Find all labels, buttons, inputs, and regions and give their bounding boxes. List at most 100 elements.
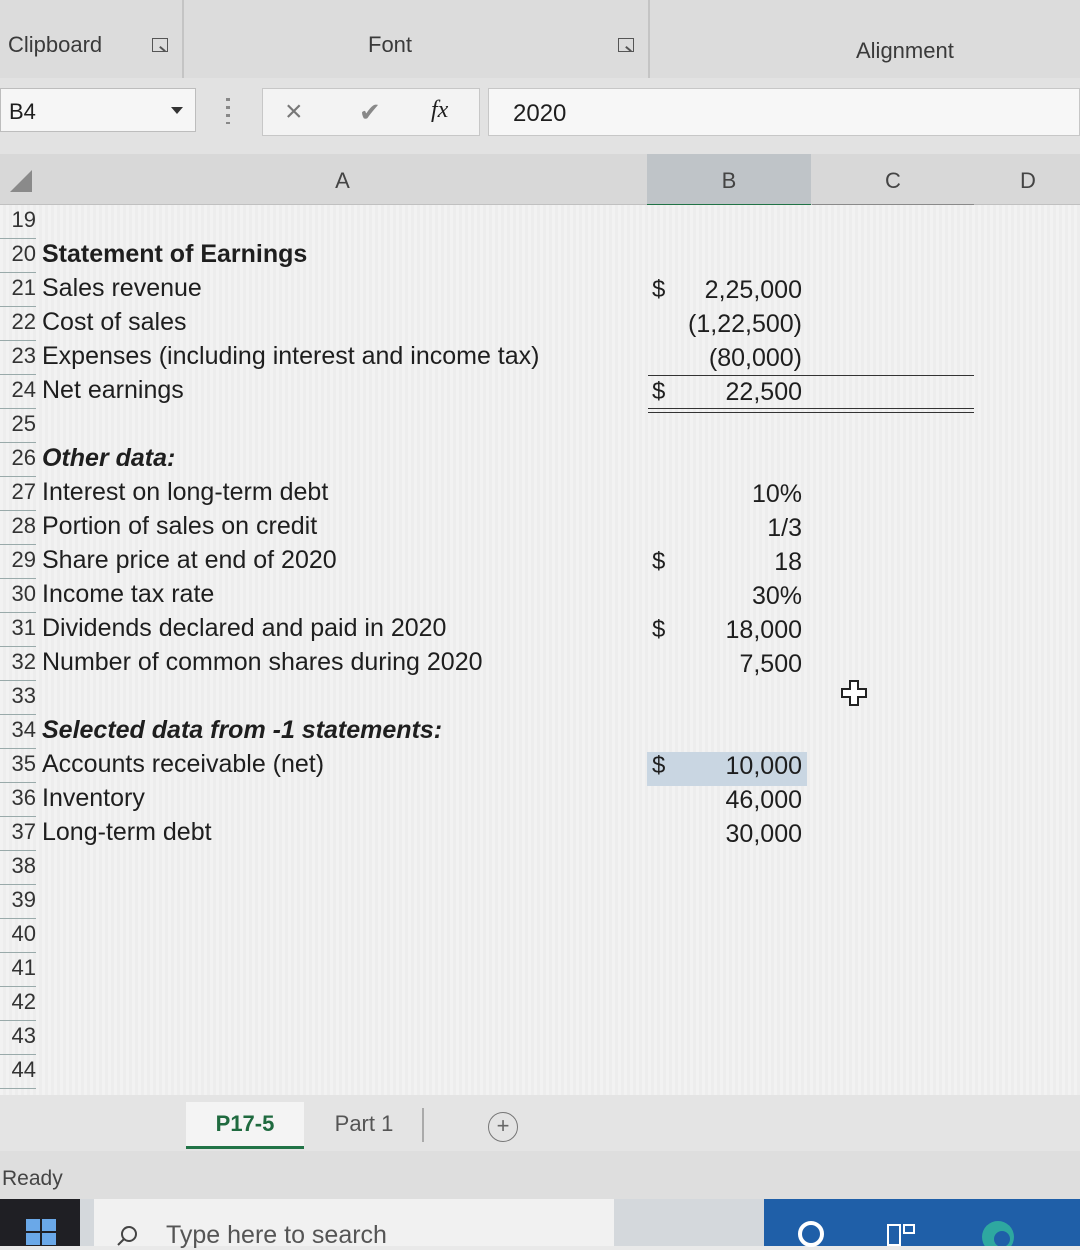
row-divider bbox=[0, 748, 36, 749]
cell-a-label[interactable]: Interest on long-term debt bbox=[42, 478, 328, 507]
row-header[interactable]: 27 bbox=[0, 479, 36, 505]
row-header[interactable]: 20 bbox=[0, 241, 36, 267]
row-header[interactable]: 37 bbox=[0, 819, 36, 845]
clipboard-launcher-icon[interactable] bbox=[152, 38, 168, 52]
row-header[interactable]: 40 bbox=[0, 921, 36, 947]
insert-function-icon[interactable]: fx bbox=[431, 97, 448, 124]
cancel-icon[interactable]: × bbox=[285, 95, 303, 129]
font-launcher-icon[interactable] bbox=[618, 38, 634, 52]
cell-a-label[interactable]: Sales revenue bbox=[42, 274, 202, 303]
total-double-underline bbox=[648, 412, 974, 413]
add-sheet-icon[interactable]: + bbox=[488, 1112, 518, 1142]
cell-a-label[interactable]: Number of common shares during 2020 bbox=[42, 648, 483, 677]
cell-b-value[interactable]: 30,000 bbox=[660, 820, 802, 849]
row-divider bbox=[0, 952, 36, 953]
row-header[interactable]: 30 bbox=[0, 581, 36, 607]
row-header[interactable]: 24 bbox=[0, 377, 36, 403]
cell-a-label[interactable]: Cost of sales bbox=[42, 308, 187, 337]
name-box-value: B4 bbox=[9, 99, 36, 124]
ribbon-group-font: Font bbox=[368, 32, 413, 57]
row-header[interactable]: 21 bbox=[0, 275, 36, 301]
row-divider bbox=[0, 306, 36, 307]
cell-a-label[interactable]: Statement of Earnings bbox=[42, 240, 307, 269]
row-header[interactable]: 36 bbox=[0, 785, 36, 811]
cell-b-value[interactable]: 18,000 bbox=[660, 616, 802, 645]
row-divider bbox=[0, 510, 36, 511]
row-header[interactable]: 42 bbox=[0, 989, 36, 1015]
cell-a-label[interactable]: Portion of sales on credit bbox=[42, 512, 317, 541]
cell-b-value[interactable]: 22,500 bbox=[660, 378, 802, 407]
formula-buttons: × ✔ fx bbox=[262, 88, 480, 136]
cell-b-value[interactable]: 10,000 bbox=[660, 752, 802, 781]
sheet-tab-part-1[interactable]: Part 1 bbox=[314, 1102, 414, 1146]
row-header[interactable]: 19 bbox=[0, 207, 36, 233]
sheet-tab-p17-5[interactable]: P17-5 bbox=[186, 1102, 304, 1149]
cell-a-label[interactable]: Long-term debt bbox=[42, 818, 212, 847]
cell-b-value[interactable]: 1/3 bbox=[660, 514, 802, 543]
cell-b-value[interactable]: 18 bbox=[660, 548, 802, 577]
cell-a-label[interactable]: Expenses (including interest and income … bbox=[42, 342, 540, 371]
chevron-down-icon[interactable] bbox=[171, 107, 183, 114]
formula-input[interactable]: 2020 bbox=[488, 88, 1080, 136]
row-header[interactable]: 34 bbox=[0, 717, 36, 743]
cell-a-label[interactable]: Income tax rate bbox=[42, 580, 214, 609]
task-view-icon[interactable] bbox=[886, 1223, 916, 1247]
row-header[interactable]: 41 bbox=[0, 955, 36, 981]
column-header-c[interactable]: C bbox=[812, 154, 974, 206]
enter-check-icon[interactable]: ✔ bbox=[359, 97, 381, 128]
tab-separator bbox=[422, 1108, 424, 1142]
ribbon-group-alignment: Alignment bbox=[856, 38, 954, 63]
row-divider bbox=[0, 340, 36, 341]
select-all-icon[interactable] bbox=[10, 170, 32, 192]
cell-cursor-icon bbox=[841, 680, 867, 706]
row-header[interactable]: 31 bbox=[0, 615, 36, 641]
formula-bar-resize-handle[interactable] bbox=[226, 98, 230, 124]
cell-b-value[interactable]: (1,22,500) bbox=[660, 310, 802, 339]
status-bar: Ready bbox=[0, 1151, 1080, 1199]
taskbar-pinned-apps bbox=[764, 1199, 1080, 1249]
row-header[interactable]: 39 bbox=[0, 887, 36, 913]
column-header-d[interactable]: D bbox=[976, 154, 1080, 204]
row-header[interactable]: 43 bbox=[0, 1023, 36, 1049]
cell-a-label[interactable]: Net earnings bbox=[42, 376, 184, 405]
row-header[interactable]: 26 bbox=[0, 445, 36, 471]
cell-a-label[interactable]: Dividends declared and paid in 2020 bbox=[42, 614, 446, 643]
cell-a-label[interactable]: Selected data from -1 statements: bbox=[42, 716, 442, 745]
row-header[interactable]: 29 bbox=[0, 547, 36, 573]
cell-a-label[interactable]: Inventory bbox=[42, 784, 145, 813]
cell-b-value[interactable]: 7,500 bbox=[660, 650, 802, 679]
cell-a-label[interactable]: Share price at end of 2020 bbox=[42, 546, 337, 575]
row-header[interactable]: 32 bbox=[0, 649, 36, 675]
row-divider bbox=[0, 442, 36, 443]
row-header[interactable]: 25 bbox=[0, 411, 36, 437]
column-header-a[interactable]: A bbox=[40, 154, 645, 204]
cell-a-label[interactable]: Accounts receivable (net) bbox=[42, 750, 324, 779]
row-divider bbox=[0, 1054, 36, 1055]
row-header[interactable]: 28 bbox=[0, 513, 36, 539]
cell-b-value[interactable]: 10% bbox=[660, 480, 802, 509]
row-divider bbox=[0, 1020, 36, 1021]
row-header[interactable]: 23 bbox=[0, 343, 36, 369]
cortana-icon[interactable] bbox=[796, 1219, 826, 1249]
row-divider bbox=[0, 646, 36, 647]
edge-browser-icon[interactable] bbox=[980, 1217, 1016, 1246]
total-double-underline bbox=[648, 408, 974, 409]
cell-b-value[interactable]: (80,000) bbox=[660, 344, 802, 373]
cell-a-label[interactable]: Other data: bbox=[42, 444, 175, 473]
windows-start-icon[interactable] bbox=[0, 1199, 80, 1246]
taskbar-search-input[interactable]: Type here to search bbox=[94, 1199, 614, 1249]
cell-b-value[interactable]: 2,25,000 bbox=[660, 276, 802, 305]
row-header[interactable]: 44 bbox=[0, 1057, 36, 1083]
row-divider bbox=[0, 884, 36, 885]
cell-b-value[interactable]: 30% bbox=[660, 582, 802, 611]
row-header[interactable]: 22 bbox=[0, 309, 36, 335]
cell-b-value[interactable]: 46,000 bbox=[660, 786, 802, 815]
row-header[interactable]: 38 bbox=[0, 853, 36, 879]
row-header[interactable]: 35 bbox=[0, 751, 36, 777]
name-box[interactable]: B4 bbox=[0, 88, 196, 132]
column-headers: A B C D bbox=[0, 154, 1080, 207]
row-divider bbox=[0, 578, 36, 579]
column-header-b[interactable]: B bbox=[647, 154, 811, 207]
row-header[interactable]: 33 bbox=[0, 683, 36, 709]
ribbon-separator bbox=[648, 0, 650, 78]
